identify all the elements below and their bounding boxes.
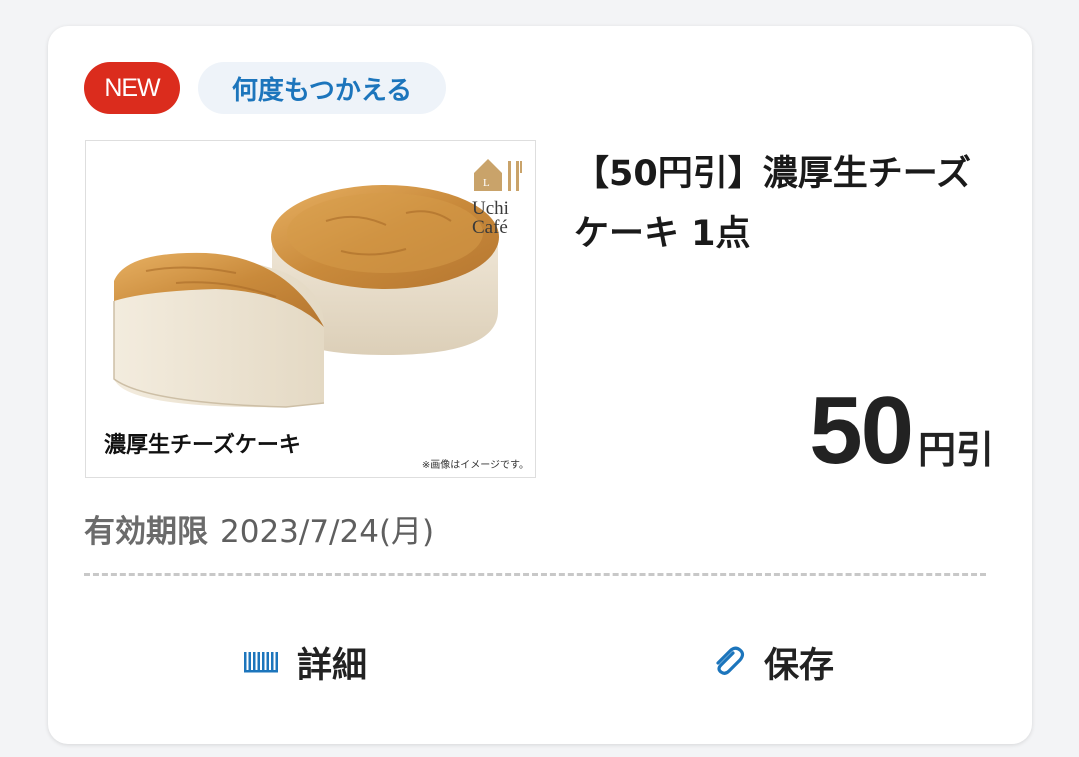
discount-unit: 円引 (917, 428, 994, 472)
dashed-divider (84, 573, 986, 576)
discount-amount-block: 50 円引 (809, 376, 994, 486)
new-badge: NEW (84, 62, 180, 114)
reusable-badge-label: 何度もつかえる (231, 75, 413, 106)
brand-line-2: Café (472, 217, 508, 238)
barcode-icon (241, 646, 281, 678)
details-label: 詳細 (297, 645, 368, 686)
save-label: 保存 (764, 645, 835, 686)
coupon-title: 【50円引】濃厚生チーズケーキ 1点 (574, 154, 971, 254)
reusable-badge: 何度もつかえる (198, 62, 446, 114)
details-button[interactable]: 詳細 (241, 634, 367, 690)
image-caption: 濃厚生チーズケーキ (104, 433, 301, 458)
coupon-card[interactable]: NEW 何度もつかえる L Uchi Café 濃厚生チーズケーキ ※画像はイメ… (48, 26, 1032, 744)
expiry-label: 有効期限 (84, 514, 208, 550)
image-note: ※画像はイメージです。 (421, 460, 529, 471)
discount-amount: 50 (809, 377, 914, 484)
product-image[interactable]: L Uchi Café 濃厚生チーズケーキ ※画像はイメージです。 (85, 140, 536, 478)
new-badge-label: NEW (104, 73, 160, 102)
save-button[interactable]: 保存 (708, 634, 834, 690)
brand-line-1: Uchi (472, 198, 509, 219)
expiry-row: 有効期限 2023/7/24(月) (84, 506, 434, 551)
expiry-date: 2023/7/24(月) (220, 514, 435, 550)
uchi-cafe-logo: Uchi Café (464, 153, 528, 243)
paperclip-icon (708, 646, 748, 678)
